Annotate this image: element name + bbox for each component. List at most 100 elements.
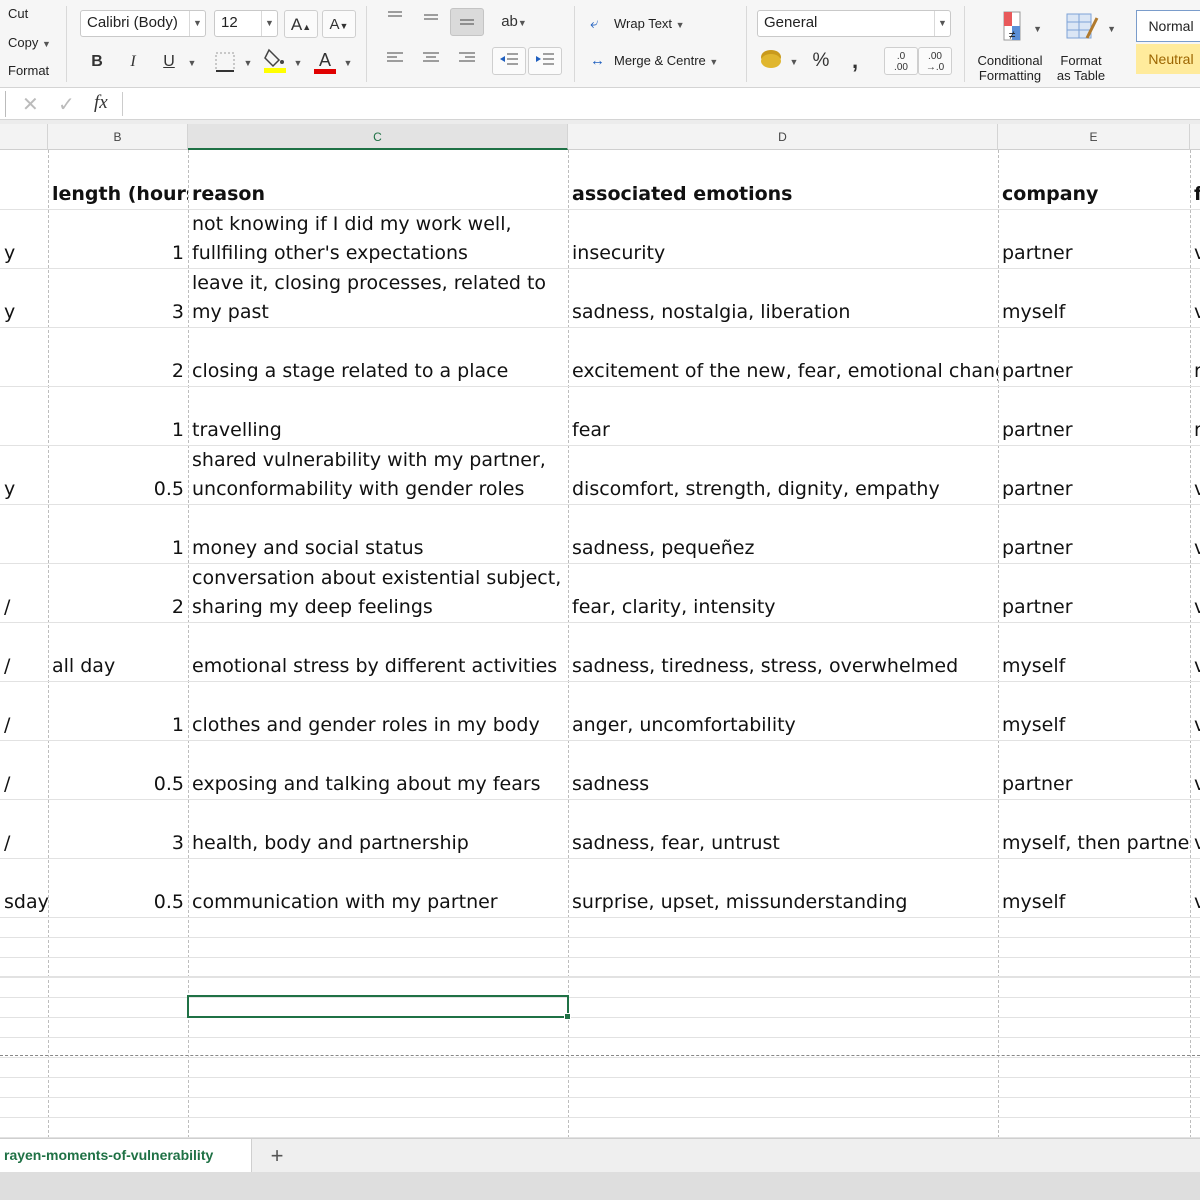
cell-a[interactable]: / xyxy=(0,622,48,681)
cell-c[interactable]: health, body and partnership xyxy=(188,799,568,858)
style-neutral[interactable]: Neutral xyxy=(1136,44,1200,74)
cell-c[interactable]: exposing and talking about my fears xyxy=(188,740,568,799)
align-bottom-button[interactable] xyxy=(450,8,484,36)
align-top-button[interactable] xyxy=(378,8,412,36)
cell-a[interactable] xyxy=(0,327,48,386)
cell-c[interactable]: travelling xyxy=(188,386,568,445)
cell-b[interactable]: 1 xyxy=(48,386,188,445)
column-header-e[interactable]: E xyxy=(998,124,1190,150)
wrap-text-button[interactable]: ⤶ Wrap Text ▼ xyxy=(590,15,685,32)
cell-e[interactable]: partner xyxy=(998,327,1190,386)
number-format-select[interactable]: General ▼ xyxy=(757,10,951,37)
cell-b[interactable]: 0.5 xyxy=(48,445,188,504)
grow-font-button[interactable]: A▲ xyxy=(284,10,318,38)
cell-c[interactable]: communication with my partner xyxy=(188,858,568,917)
cell-d[interactable]: anger, uncomfortability xyxy=(568,681,998,740)
cell-a[interactable] xyxy=(0,386,48,445)
cell-e[interactable]: partner xyxy=(998,445,1190,504)
cell-d[interactable]: fear, clarity, intensity xyxy=(568,563,998,622)
cell-e[interactable]: partner xyxy=(998,209,1190,268)
cell-f[interactable]: v xyxy=(1192,858,1200,917)
cell-d[interactable]: sadness, nostalgia, liberation xyxy=(568,268,998,327)
cell-a[interactable]: / xyxy=(0,681,48,740)
font-color-dropdown[interactable]: ▼ xyxy=(342,48,354,76)
header-cell-f[interactable]: f xyxy=(1192,180,1200,209)
increase-decimal-button[interactable]: .0.00 xyxy=(884,47,918,75)
cell-b[interactable]: 0.5 xyxy=(48,858,188,917)
cell-e[interactable]: myself xyxy=(998,622,1190,681)
style-normal[interactable]: Normal xyxy=(1136,10,1200,42)
cell-e[interactable]: partner xyxy=(998,386,1190,445)
cell-f[interactable]: v xyxy=(1192,681,1200,740)
underline-dropdown[interactable]: ▼ xyxy=(186,48,198,76)
cell-e[interactable]: partner xyxy=(998,740,1190,799)
align-center-button[interactable] xyxy=(414,47,448,75)
column-header-a[interactable] xyxy=(0,124,48,150)
cell-e[interactable]: myself xyxy=(998,681,1190,740)
cell-f[interactable]: v xyxy=(1192,268,1200,327)
cell-a[interactable]: y xyxy=(0,268,48,327)
cell-a[interactable]: / xyxy=(0,799,48,858)
fill-color-button[interactable] xyxy=(260,46,290,74)
cell-d[interactable]: surprise, upset, missunderstanding xyxy=(568,858,998,917)
fill-handle[interactable] xyxy=(564,1013,571,1020)
cell-f[interactable]: v xyxy=(1192,209,1200,268)
comma-button[interactable]: , xyxy=(840,47,870,75)
font-color-button[interactable]: A xyxy=(310,46,340,74)
decrease-indent-button[interactable] xyxy=(492,47,526,75)
borders-dropdown[interactable]: ▼ xyxy=(242,48,254,76)
cell-d[interactable]: sadness, tiredness, stress, overwhelmed xyxy=(568,622,998,681)
cell-d[interactable]: sadness xyxy=(568,740,998,799)
cell-f[interactable]: v xyxy=(1192,740,1200,799)
align-left-button[interactable] xyxy=(378,47,412,75)
bold-button[interactable]: B xyxy=(84,48,110,76)
cell-a[interactable]: sday xyxy=(0,858,48,917)
orientation-button[interactable]: ab▼ xyxy=(494,8,534,36)
cell-d[interactable]: sadness, pequeñez xyxy=(568,504,998,563)
fill-color-dropdown[interactable]: ▼ xyxy=(292,48,304,76)
cell-b[interactable]: 3 xyxy=(48,799,188,858)
italic-button[interactable]: I xyxy=(120,48,146,76)
cell-b[interactable]: 1 xyxy=(48,504,188,563)
cell-a[interactable]: y xyxy=(0,445,48,504)
function-icon[interactable]: fx xyxy=(94,92,108,114)
cut-button[interactable]: Cut xyxy=(8,6,28,21)
align-right-button[interactable] xyxy=(450,47,484,75)
column-header-d[interactable]: D xyxy=(568,124,998,150)
cell-f[interactable]: r xyxy=(1192,386,1200,445)
cell-f[interactable]: v xyxy=(1192,622,1200,681)
accounting-format-dropdown[interactable]: ▼ xyxy=(788,47,800,75)
cell-b[interactable]: 0.5 xyxy=(48,740,188,799)
cell-e[interactable]: myself xyxy=(998,268,1190,327)
cell-c[interactable]: organizing things of my last home to lea… xyxy=(188,268,568,327)
cell-a[interactable] xyxy=(0,504,48,563)
cell-f[interactable]: v xyxy=(1192,445,1200,504)
cell-e[interactable]: myself xyxy=(998,858,1190,917)
header-cell-company[interactable]: company xyxy=(998,180,1190,209)
increase-indent-button[interactable] xyxy=(528,47,562,75)
cell-b[interactable]: 1 xyxy=(48,209,188,268)
cell-d[interactable]: discomfort, strength, dignity, empathy xyxy=(568,445,998,504)
cell-f[interactable]: v xyxy=(1192,799,1200,858)
cell-e[interactable]: partner xyxy=(998,563,1190,622)
cell-e[interactable]: partner xyxy=(998,504,1190,563)
cell-d[interactable]: excitement of the new, fear, emotional c… xyxy=(568,327,998,386)
name-box[interactable] xyxy=(0,91,6,117)
cell-b[interactable]: 1 xyxy=(48,681,188,740)
cell-c[interactable]: conversation about existential subject, … xyxy=(188,563,568,622)
cancel-icon[interactable]: ✕ xyxy=(22,92,39,117)
shrink-font-button[interactable]: A▼ xyxy=(322,10,356,38)
add-sheet-button[interactable]: + xyxy=(262,1141,292,1171)
checkmark-icon[interactable]: ✓ xyxy=(58,92,75,117)
cell-f[interactable]: v xyxy=(1192,563,1200,622)
percent-button[interactable]: % xyxy=(806,47,836,75)
column-header-f[interactable] xyxy=(1190,124,1200,150)
cell-b[interactable]: 2 xyxy=(48,327,188,386)
cell-c[interactable]: money and social status xyxy=(188,504,568,563)
cell-a[interactable]: / xyxy=(0,740,48,799)
header-cell-length[interactable]: length (hours) xyxy=(48,180,188,209)
borders-button[interactable] xyxy=(208,48,242,76)
cell-c[interactable]: not knowing if I did my work well, fullf… xyxy=(188,209,568,268)
format-painter-button[interactable]: Format xyxy=(8,63,49,78)
cell-c[interactable]: shared vulnerability with my partner, un… xyxy=(188,445,568,504)
